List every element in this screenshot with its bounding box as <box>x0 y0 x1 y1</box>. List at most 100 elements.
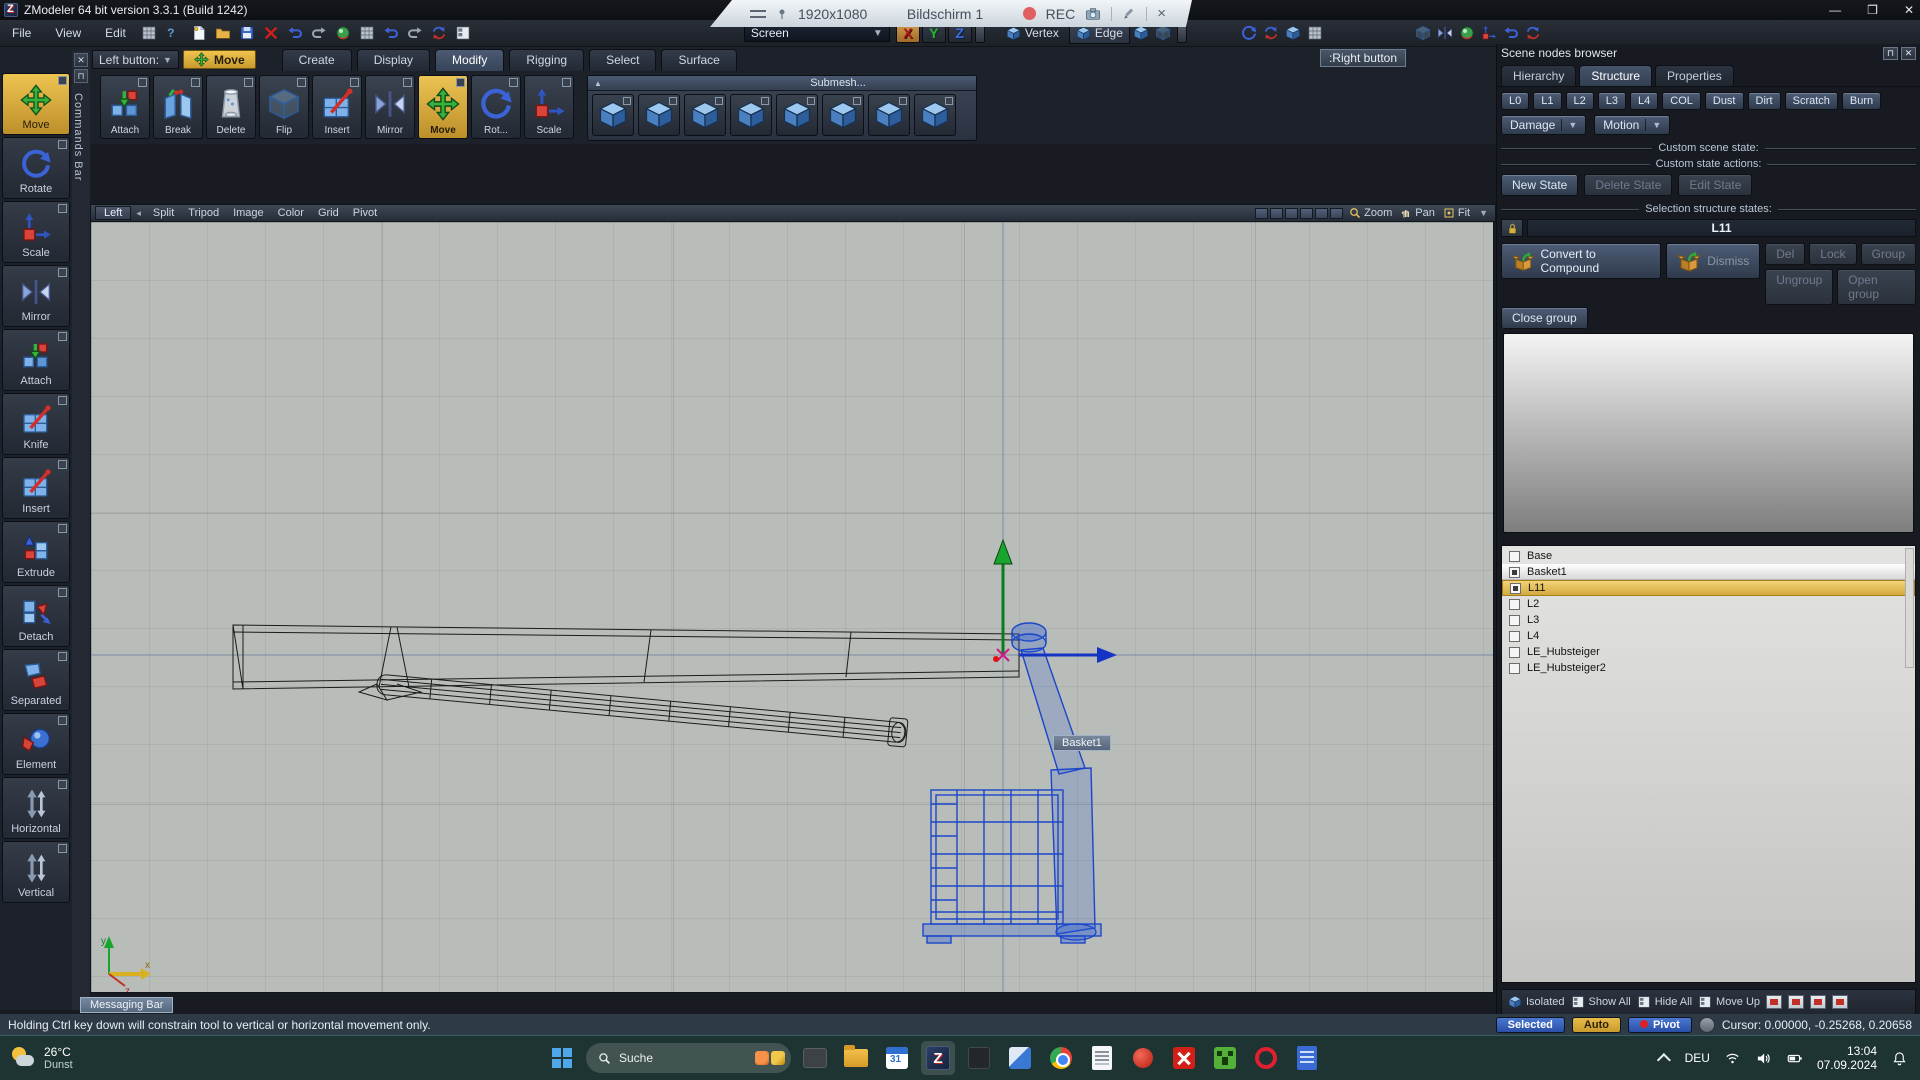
scene-node-row[interactable]: L3 <box>1502 612 1915 628</box>
vp-icon-5[interactable] <box>1315 208 1328 219</box>
viewport-menu-item[interactable]: Image <box>226 207 271 219</box>
modify-tool-button[interactable]: Rot... <box>471 75 521 139</box>
snap-red-icon[interactable] <box>1260 23 1282 43</box>
menu-icon[interactable] <box>750 10 766 18</box>
panel-close-icon[interactable]: ✕ <box>1901 47 1916 60</box>
keyboard-language[interactable]: DEU <box>1685 1051 1710 1065</box>
minimize-button[interactable]: — <box>1829 3 1841 17</box>
submesh-detach-part[interactable] <box>684 94 726 136</box>
display-opt-3-icon[interactable] <box>1456 23 1478 43</box>
commands-bar-tool[interactable]: Detach <box>2 585 70 647</box>
export-arrow-icon[interactable] <box>284 23 306 43</box>
viewport-menu-item[interactable]: Grid <box>311 207 346 219</box>
lod-state-chip[interactable]: Burn <box>1842 92 1881 110</box>
modify-tool-button[interactable]: Break <box>153 75 203 139</box>
viewport-menu-item[interactable]: Split <box>146 207 181 219</box>
view-selector[interactable]: Left <box>95 206 131 220</box>
commands-bar-tool[interactable]: Vertical <box>2 841 70 903</box>
commands-bar-tool[interactable]: Insert <box>2 457 70 519</box>
vp-icon-4[interactable] <box>1300 208 1313 219</box>
node-toolbar-button[interactable]: Isolated <box>1508 995 1565 1009</box>
toolbar-tab[interactable]: Select <box>589 49 656 71</box>
app-dark[interactable] <box>962 1041 996 1075</box>
move-down-icon[interactable] <box>1766 995 1782 1009</box>
redo-icon[interactable] <box>404 23 426 43</box>
media-app[interactable] <box>1003 1041 1037 1075</box>
convert-to-compound-button[interactable]: Convert to Compound <box>1501 243 1661 279</box>
dismiss-button[interactable]: Dismiss <box>1666 243 1760 279</box>
state-dropdown[interactable]: Motion▼ <box>1594 115 1670 135</box>
camera-icon[interactable] <box>1085 6 1101 22</box>
zmodeler-app[interactable]: Z <box>921 1041 955 1075</box>
display-opt-5-icon[interactable] <box>1500 23 1522 43</box>
submesh-weld-vertices[interactable] <box>638 94 680 136</box>
panel-button[interactable]: New State <box>1501 174 1578 196</box>
wifi-icon[interactable] <box>1724 1051 1741 1066</box>
submesh-smooth-shell[interactable] <box>592 94 634 136</box>
modify-tool-button[interactable]: Insert <box>312 75 362 139</box>
left-button-dropdown[interactable]: Left button: ▼ <box>92 50 179 69</box>
panel-button[interactable]: Delete State <box>1584 174 1672 196</box>
panel-tab[interactable]: Hierarchy <box>1501 65 1576 86</box>
undo-icon[interactable] <box>380 23 402 43</box>
menu-view[interactable]: View <box>43 26 93 40</box>
pivot-mode-button[interactable]: Pivot <box>1628 1017 1692 1033</box>
snap-grid-icon[interactable] <box>1304 23 1326 43</box>
modify-tool-button[interactable]: Delete <box>206 75 256 139</box>
submesh-slice[interactable] <box>914 94 956 136</box>
viewport-nav-item[interactable]: Fit <box>1443 207 1470 219</box>
commands-bar-tool[interactable]: Knife <box>2 393 70 455</box>
lod-state-chip[interactable]: L1 <box>1533 92 1561 110</box>
lod-state-chip[interactable]: Scratch <box>1785 92 1838 110</box>
panel-icon[interactable] <box>452 23 474 43</box>
panel-button[interactable]: Group <box>1861 243 1916 265</box>
node-checkbox[interactable] <box>1510 583 1521 594</box>
panel-button[interactable]: Open group <box>1837 269 1916 305</box>
commands-bar-tool[interactable]: Horizontal <box>2 777 70 839</box>
search-box[interactable]: Suche <box>586 1043 791 1073</box>
remove-layer-icon[interactable] <box>1832 995 1848 1009</box>
left-button-current-tool[interactable]: Move <box>183 50 256 69</box>
node-toolbar-button[interactable]: Move Up <box>1698 995 1760 1009</box>
lod-state-chip[interactable]: L0 <box>1501 92 1529 110</box>
commands-bar-pin-icon[interactable]: ⊓ <box>74 69 88 83</box>
viewport-menu-item[interactable]: Tripod <box>181 207 226 219</box>
lod-state-chip[interactable]: L4 <box>1630 92 1658 110</box>
pencil-icon[interactable] <box>1122 7 1136 21</box>
submesh-normals[interactable] <box>822 94 864 136</box>
rotation-indicator-icon[interactable] <box>1699 1017 1715 1033</box>
commands-bar-close-icon[interactable]: ✕ <box>74 53 88 67</box>
viewport-menu-chevron-icon[interactable]: ▼ <box>1476 208 1491 218</box>
display-opt-4-icon[interactable] <box>1478 23 1500 43</box>
node-checkbox[interactable] <box>1509 567 1520 578</box>
chrome[interactable] <box>1044 1041 1078 1075</box>
submesh-extrude-part[interactable] <box>776 94 818 136</box>
modify-tool-button[interactable]: Flip <box>259 75 309 139</box>
toolbar-tab[interactable]: Display <box>357 49 430 71</box>
calendar-app[interactable] <box>880 1041 914 1075</box>
panel-tab[interactable]: Structure <box>1579 65 1652 86</box>
submesh-header[interactable]: ▲ Submesh... <box>588 76 976 91</box>
commands-bar-tool[interactable]: Scale <box>2 201 70 263</box>
node-checkbox[interactable] <box>1509 647 1520 658</box>
clock[interactable]: 13:04 07.09.2024 <box>1817 1044 1877 1072</box>
import-arrow-icon[interactable] <box>308 23 330 43</box>
commands-bar-tool[interactable]: Rotate <box>2 137 70 199</box>
toolbar-tab[interactable]: Create <box>282 49 352 71</box>
refresh-icon[interactable] <box>428 23 450 43</box>
commands-bar-tool[interactable]: Separated <box>2 649 70 711</box>
scene-node-row[interactable]: Basket1 <box>1502 564 1915 580</box>
viewport-nav-item[interactable]: Pan <box>1400 207 1435 219</box>
node-checkbox[interactable] <box>1509 663 1520 674</box>
panel-pin-icon[interactable]: ⊓ <box>1883 47 1898 60</box>
submesh-split-red[interactable] <box>730 94 772 136</box>
commands-bar-tool[interactable]: Element <box>2 713 70 775</box>
panel-tab[interactable]: Properties <box>1655 65 1734 86</box>
vp-icon-6[interactable] <box>1330 208 1343 219</box>
bell-icon[interactable] <box>1891 1051 1908 1066</box>
weather-widget[interactable]: 26°C Dunst <box>0 1045 240 1071</box>
save-icon[interactable] <box>236 23 258 43</box>
app-game-dark[interactable] <box>798 1041 832 1075</box>
opera[interactable] <box>1249 1041 1283 1075</box>
lod-state-chip[interactable]: L3 <box>1598 92 1626 110</box>
